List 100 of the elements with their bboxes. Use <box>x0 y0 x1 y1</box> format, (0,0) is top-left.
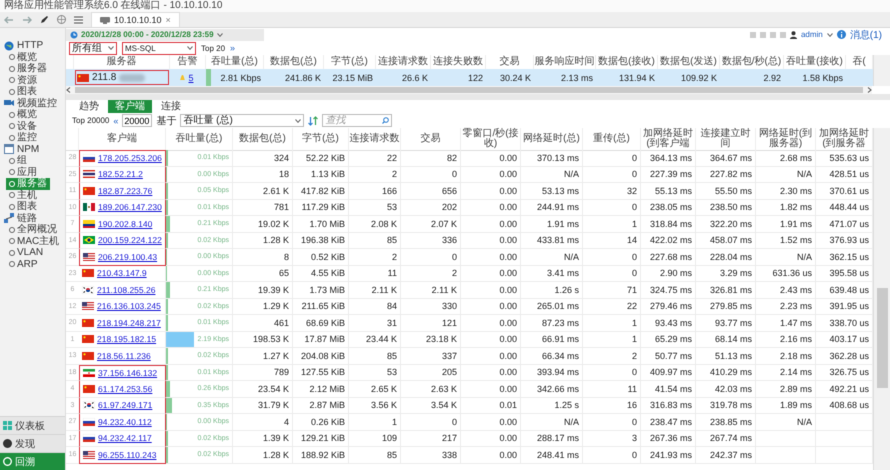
column-header[interactable]: 交易 <box>401 128 461 151</box>
metric-select[interactable]: 吞吐量 (总) <box>180 114 304 127</box>
sidebar-item[interactable]: VLAN <box>6 247 46 258</box>
sidebar-item[interactable]: 监控 <box>6 132 40 144</box>
column-header[interactable]: 重传(总) <box>583 128 641 151</box>
ip-link[interactable]: 178.205.253.206 <box>98 153 162 164</box>
sidebar-item[interactable]: 资源 <box>6 74 40 86</box>
table-cell: 0.00 <box>461 166 521 183</box>
sidebar-group[interactable]: NPM <box>0 144 65 155</box>
table-cell: 0 <box>583 150 641 166</box>
table-cell: 0.00 <box>461 266 521 282</box>
table-cell: 23.44 K <box>349 332 401 348</box>
sidebar-item[interactable]: 设备 <box>6 120 40 132</box>
collapse-button[interactable]: « <box>113 116 118 126</box>
column-header[interactable]: 吞吐量(总) <box>166 128 233 151</box>
sidebar-item[interactable]: 概览 <box>6 109 40 120</box>
column-header[interactable]: 网络延时(总) <box>521 128 583 151</box>
close-button[interactable]: × <box>166 15 171 25</box>
table-cell: 68.69 KiB <box>293 315 349 332</box>
ip-link[interactable]: 216.136.103.245 <box>97 301 161 312</box>
sidebar-group[interactable]: 链路 <box>0 212 65 224</box>
sidebar-item[interactable]: 全网概况 <box>6 224 60 236</box>
ip-link[interactable]: 218.195.182.15 <box>97 334 156 344</box>
group-select[interactable]: 所有组 <box>69 42 117 54</box>
sort-icon[interactable] <box>308 116 318 126</box>
user-menu[interactable]: admin <box>800 30 823 39</box>
ip-link[interactable]: 61.97.249.171 <box>98 400 152 410</box>
column-header[interactable]: 客户端 <box>79 128 166 151</box>
sidebar-item[interactable]: 组 <box>6 155 30 166</box>
pen-icon[interactable] <box>40 15 49 24</box>
column-header[interactable]: 加网络延时(到客户端 <box>641 128 696 151</box>
messages-link[interactable]: 消息(1) <box>850 28 882 42</box>
ip-link[interactable]: 37.156.146.132 <box>98 368 158 378</box>
sidebar-item[interactable]: 主机 <box>6 190 40 201</box>
nav-button[interactable]: 发现 <box>0 434 65 452</box>
column-header[interactable]: 连接请求数 <box>349 128 401 151</box>
table-cell: 2.63 K <box>401 381 461 398</box>
app-select[interactable]: MS-SQL <box>122 42 196 54</box>
ip-link[interactable]: 96.255.110.243 <box>98 450 156 460</box>
globe-icon[interactable] <box>57 15 66 24</box>
camera-icon <box>4 98 14 108</box>
sidebar-item[interactable]: MAC主机 <box>6 236 62 247</box>
ip-link[interactable]: 94.232.42.117 <box>98 433 152 444</box>
search-field[interactable]: 查找 <box>322 114 392 127</box>
table-cell: 227.82 ms <box>696 166 756 183</box>
square-icon[interactable] <box>770 32 776 38</box>
nav-button[interactable]: 仪表板 <box>0 416 65 434</box>
ip-link[interactable]: 190.202.8.140 <box>98 218 152 229</box>
sidebar-item[interactable]: 服务器 <box>6 63 50 74</box>
alert-link[interactable]: 5 <box>188 72 194 82</box>
ip-link[interactable]: 182.87.223.76 <box>98 186 152 196</box>
sidebar-item[interactable]: 应用 <box>6 166 40 178</box>
tab[interactable]: 连接 <box>154 100 188 113</box>
column-header[interactable]: 字节(总) <box>293 128 349 151</box>
sidebar-item[interactable]: 图表 <box>6 86 40 98</box>
table-cell: 279.46 ms <box>641 298 696 315</box>
ip-link[interactable]: 218.56.11.236 <box>97 350 151 361</box>
browser-tab[interactable]: 10.10.10.10 × <box>91 12 180 27</box>
ip-link[interactable]: 61.174.253.56 <box>98 384 152 394</box>
table-cell: 196.38 KiB <box>293 232 349 249</box>
ip-link[interactable]: 182.52.21.2 <box>98 169 143 180</box>
square-icon[interactable] <box>760 32 766 38</box>
scrollbar[interactable] <box>873 55 890 86</box>
count-field[interactable]: 20000 <box>122 114 152 127</box>
table-cell: 0.00 <box>461 249 521 266</box>
date-range-picker[interactable]: 2020/12/28 00:00 - 2020/12/28 23:59 <box>66 28 264 40</box>
ip-link[interactable]: 200.159.224.122 <box>98 235 162 246</box>
scrollbar[interactable] <box>66 86 872 94</box>
table-cell: 267.74 ms <box>696 430 756 447</box>
table-cell: 2 <box>583 348 641 364</box>
ip-link[interactable]: 210.43.147.9 <box>97 268 147 278</box>
square-icon[interactable] <box>750 32 756 38</box>
forward-icon[interactable] <box>22 16 32 24</box>
ip-link[interactable]: 211.108.255.26 <box>97 284 156 295</box>
sidebar-group[interactable]: 视频监控 <box>0 98 65 109</box>
chevron-left-icon[interactable] <box>66 87 71 93</box>
sidebar-item[interactable]: 图表 <box>6 201 40 212</box>
tab[interactable]: 客户端 <box>108 100 152 113</box>
menu-icon[interactable] <box>74 16 83 24</box>
scrollbar-thumb[interactable] <box>75 87 863 93</box>
sidebar-group[interactable]: HTTP <box>0 40 65 52</box>
sidebar-item[interactable]: 概览 <box>6 52 40 63</box>
chevron-right-icon[interactable] <box>867 87 872 93</box>
column-header[interactable]: 数据包(总) <box>233 128 293 151</box>
ip-link[interactable]: 94.232.40.112 <box>98 416 152 427</box>
sidebar-item[interactable]: 服务器 <box>6 178 50 190</box>
ip-link[interactable]: 206.219.100.43 <box>98 252 158 262</box>
table-cell: 409.97 ms <box>641 364 696 381</box>
search-icon[interactable] <box>382 117 390 124</box>
tab[interactable]: 趋势 <box>72 100 106 113</box>
expand-button[interactable]: » <box>230 43 236 53</box>
square-icon[interactable] <box>780 32 786 38</box>
ip-link[interactable]: 218.194.248.217 <box>97 318 161 328</box>
sidebar-item[interactable]: ARP <box>6 258 41 270</box>
table-cell: 458.07 ms <box>696 232 756 249</box>
ip-link[interactable]: 189.206.147.230 <box>98 202 162 212</box>
nav-button[interactable]: 回溯 <box>0 452 65 470</box>
back-icon[interactable] <box>4 16 14 24</box>
column-header[interactable]: 网络延时(到服务器) <box>756 128 816 151</box>
scrollbar[interactable] <box>873 128 890 470</box>
